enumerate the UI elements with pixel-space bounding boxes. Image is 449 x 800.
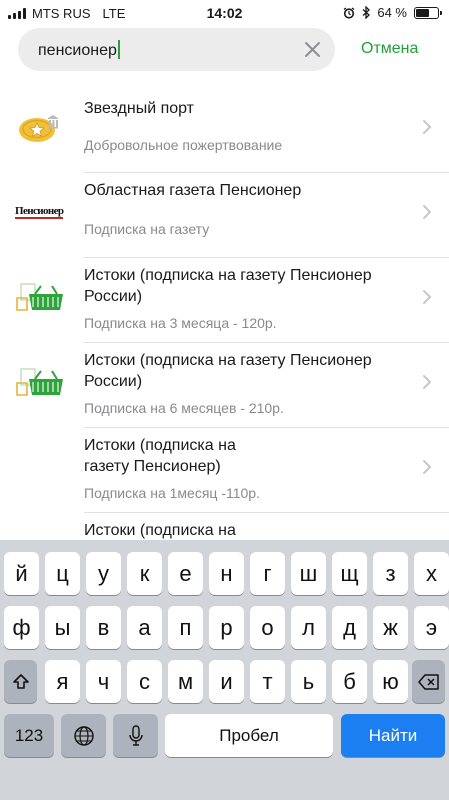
keyboard-row-2: фывапролджэ xyxy=(0,606,449,649)
result-item[interactable]: Звездный порт Добровольное пожертвование xyxy=(0,88,449,173)
clear-icon[interactable] xyxy=(304,41,321,58)
key-letter[interactable]: ч xyxy=(86,660,121,703)
cancel-button[interactable]: Отмена xyxy=(361,40,418,58)
search-bar: пенсионер Отмена xyxy=(0,28,449,74)
key-letter[interactable]: ф xyxy=(4,606,39,649)
battery-level-fill xyxy=(416,8,429,17)
key-letter[interactable]: э xyxy=(414,606,449,649)
chevron-right-icon xyxy=(423,460,431,474)
result-item[interactable]: Истоки (подписка на газету Пенсионер) По… xyxy=(0,428,449,513)
result-item[interactable]: Истоки (подписка на газету Пенсионер Рос… xyxy=(0,258,449,343)
keyboard-row-1: йцукенгшщзх xyxy=(0,552,449,595)
chevron-right-icon xyxy=(423,375,431,389)
result-item[interactable]: Пенсионер Областная газета Пенсионер Под… xyxy=(0,173,449,258)
key-letter[interactable]: х xyxy=(414,552,449,595)
chevron-right-icon xyxy=(423,205,431,219)
key-letter[interactable]: г xyxy=(250,552,285,595)
shopping-basket-logo xyxy=(16,283,63,311)
chevron-right-icon xyxy=(423,120,431,134)
key-letter[interactable]: н xyxy=(209,552,244,595)
pensioner-newspaper-logo: Пенсионер xyxy=(15,201,65,223)
result-subtitle: Подписка на газету xyxy=(84,221,210,237)
alarm-icon xyxy=(343,6,355,19)
backspace-icon xyxy=(417,673,439,690)
star-port-coin-logo xyxy=(19,115,58,142)
battery-icon xyxy=(414,6,442,19)
result-title: Областная газета Пенсионер xyxy=(84,182,302,199)
numbers-key[interactable]: 123 xyxy=(4,714,54,757)
result-subtitle: Добровольное пожертвование xyxy=(84,137,283,153)
microphone-key[interactable] xyxy=(113,714,158,757)
key-letter[interactable]: ь xyxy=(291,660,326,703)
result-title: Истоки (подписка на газету Пенсионер Рос… xyxy=(84,267,372,305)
globe-icon xyxy=(73,725,94,746)
key-letter[interactable]: в xyxy=(86,606,121,649)
key-letter[interactable]: ю xyxy=(373,660,408,703)
chevron-right-icon xyxy=(423,290,431,304)
result-subtitle: Подписка на 1месяц -110р. xyxy=(84,485,260,501)
key-letter[interactable]: а xyxy=(127,606,162,649)
status-bar-right: 64 % xyxy=(343,5,442,20)
pensioner-newspaper-logo-text: Пенсионер xyxy=(15,205,64,219)
key-letter[interactable]: я xyxy=(45,660,80,703)
key-letter[interactable]: с xyxy=(127,660,162,703)
bluetooth-icon xyxy=(362,6,371,19)
key-letter[interactable]: т xyxy=(250,660,285,703)
key-letter[interactable]: з xyxy=(373,552,408,595)
search-go-key[interactable]: Найти xyxy=(341,714,445,757)
search-input[interactable]: пенсионер xyxy=(18,28,335,71)
text-cursor xyxy=(117,40,120,59)
shopping-basket-logo xyxy=(16,368,63,396)
key-letter[interactable]: п xyxy=(168,606,203,649)
key-letter[interactable]: б xyxy=(332,660,367,703)
result-title: Звездный порт xyxy=(84,100,195,117)
key-letter[interactable]: ц xyxy=(45,552,80,595)
result-item[interactable]: Истоки (подписка на газету Пенсионер Рос… xyxy=(0,343,449,428)
backspace-key[interactable] xyxy=(412,660,445,703)
space-key[interactable]: Пробел xyxy=(165,714,333,757)
battery-percent: 64 % xyxy=(377,5,407,20)
result-title: Истоки (подписка на газету Пенсионер Рос… xyxy=(84,352,372,390)
key-letter[interactable]: к xyxy=(127,552,162,595)
key-letter[interactable]: ж xyxy=(373,606,408,649)
key-letter[interactable]: ы xyxy=(45,606,80,649)
key-letter[interactable]: й xyxy=(4,552,39,595)
key-letter[interactable]: о xyxy=(250,606,285,649)
search-query-wrapper: пенсионер xyxy=(38,40,120,60)
key-letter[interactable]: л xyxy=(291,606,326,649)
key-letter[interactable]: у xyxy=(86,552,121,595)
result-subtitle: Подписка на 3 месяца - 120р. xyxy=(84,315,277,331)
shift-arrow-icon xyxy=(12,673,29,689)
result-title: Истоки (подписка на газету Пенсионер) xyxy=(84,437,236,475)
key-letter[interactable]: д xyxy=(332,606,367,649)
key-letter[interactable]: р xyxy=(209,606,244,649)
shift-key[interactable] xyxy=(4,660,37,703)
keyboard: йцукенгшщзх фывапролджэ ячсмитьбю 123 Пр… xyxy=(0,540,449,800)
keyboard-row-3: ячсмитьбю xyxy=(0,660,449,703)
microphone-icon xyxy=(128,724,143,746)
result-subtitle: Подписка на 6 месяцев - 210р. xyxy=(84,400,284,416)
key-letter[interactable]: и xyxy=(209,660,244,703)
key-letter[interactable]: м xyxy=(168,660,203,703)
search-query: пенсионер xyxy=(38,42,117,59)
key-letter[interactable]: е xyxy=(168,552,203,595)
globe-key[interactable] xyxy=(61,714,106,757)
key-letter[interactable]: щ xyxy=(332,552,367,595)
keyboard-row-4: 123 Пробел Найти xyxy=(0,714,449,757)
key-letter[interactable]: ш xyxy=(291,552,326,595)
status-bar: MTS RUS LTE 14:02 64 % xyxy=(0,0,449,26)
